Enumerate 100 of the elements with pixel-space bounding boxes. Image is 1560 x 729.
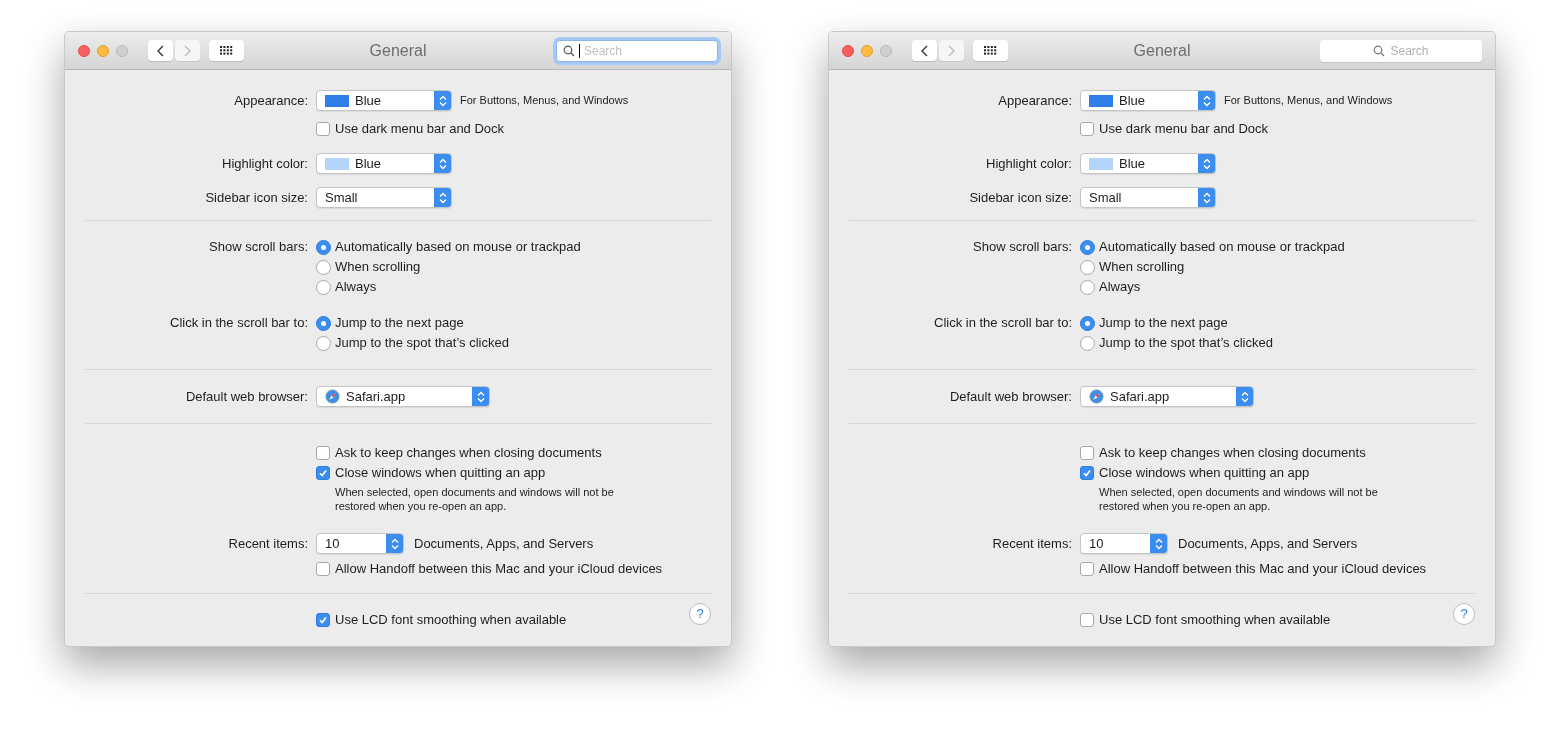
- chevron-right-icon: [184, 44, 191, 57]
- chevron-updown-icon: [390, 537, 399, 550]
- radio-button[interactable]: [316, 259, 331, 275]
- close-button[interactable]: [842, 44, 854, 57]
- checkbox[interactable]: [316, 562, 330, 576]
- setting-label: Recent items:: [228, 534, 308, 553]
- popup-button[interactable]: Small: [1080, 187, 1216, 208]
- window-title: General: [369, 40, 427, 61]
- radio-label[interactable]: When scrolling: [335, 257, 421, 277]
- checkmark-icon: [1082, 468, 1092, 478]
- checkbox-label[interactable]: Use LCD font smoothing when available: [335, 610, 567, 630]
- show-all-button[interactable]: [973, 40, 1008, 61]
- popup-button[interactable]: Blue: [316, 153, 452, 174]
- setting-label: Show scroll bars:: [209, 238, 308, 257]
- chevron-updown-icon: [438, 94, 447, 107]
- radio-label[interactable]: Jump to the next page: [335, 313, 464, 333]
- checkbox-label[interactable]: Close windows when quitting an app: [335, 463, 546, 483]
- checkbox[interactable]: [1080, 466, 1094, 480]
- popup-button[interactable]: Safari.app: [316, 386, 490, 407]
- grid-icon: [984, 46, 997, 55]
- chevron-right-icon: [948, 44, 955, 57]
- checkbox-label[interactable]: Use LCD font smoothing when available: [1099, 610, 1331, 630]
- popup-suffix: Documents, Apps, and Servers: [1178, 534, 1358, 553]
- radio-button[interactable]: [316, 335, 331, 351]
- checkbox-label[interactable]: Use dark menu bar and Dock: [335, 119, 505, 139]
- forward-button[interactable]: [175, 40, 200, 61]
- checkbox-label[interactable]: Close windows when quitting an app: [1099, 463, 1310, 483]
- chevron-updown-icon: [476, 390, 485, 403]
- radio-button[interactable]: [316, 315, 331, 331]
- checkbox-label[interactable]: Use dark menu bar and Dock: [1099, 119, 1269, 139]
- setting-label: Highlight color:: [222, 154, 308, 173]
- checkbox[interactable]: [1080, 122, 1094, 136]
- setting-label: Highlight color:: [986, 154, 1072, 173]
- help-button[interactable]: ?: [689, 603, 711, 625]
- radio-button[interactable]: [316, 239, 331, 255]
- radio-label[interactable]: Always: [1099, 277, 1141, 297]
- setting-label: Click in the scroll bar to:: [934, 314, 1072, 333]
- checkbox[interactable]: [316, 466, 330, 480]
- chevron-updown-icon: [1202, 157, 1211, 170]
- checkbox-label[interactable]: Allow Handoff between this Mac and your iCloud devices: [1099, 559, 1427, 579]
- checkbox-label[interactable]: Ask to keep changes when closing documents: [1099, 443, 1366, 463]
- checkbox[interactable]: [1080, 613, 1094, 627]
- popup-button[interactable]: Safari.app: [1080, 386, 1254, 407]
- radio-button[interactable]: [316, 279, 331, 295]
- help-note: When selected, open documents and windows will not be restored when you re-open an app.: [1099, 485, 1379, 513]
- close-button[interactable]: [78, 44, 90, 57]
- setting-label: Default web browser:: [185, 387, 308, 406]
- checkbox[interactable]: [1080, 562, 1094, 576]
- forward-button[interactable]: [939, 40, 964, 61]
- checkbox-label[interactable]: Allow Handoff between this Mac and your iCloud devices: [335, 559, 663, 579]
- radio-label[interactable]: When scrolling: [1099, 257, 1185, 277]
- radio-label[interactable]: Jump to the spot that’s clicked: [1099, 333, 1273, 353]
- help-button[interactable]: ?: [1453, 603, 1475, 625]
- popup-button[interactable]: Blue: [1080, 153, 1216, 174]
- checkmark-icon: [318, 615, 328, 625]
- checkbox[interactable]: [316, 613, 330, 627]
- radio-label[interactable]: Automatically based on mouse or trackpad: [335, 237, 581, 257]
- minimize-button[interactable]: [861, 44, 873, 57]
- chevron-updown-icon: [1154, 537, 1163, 550]
- compass-icon: [1089, 389, 1104, 404]
- radio-label[interactable]: Jump to the spot that’s clicked: [335, 333, 509, 353]
- radio-label[interactable]: Always: [335, 277, 377, 297]
- popup-button[interactable]: 10: [1080, 533, 1168, 554]
- chevron-updown-icon: [1202, 94, 1211, 107]
- chevron-left-icon: [921, 44, 928, 57]
- popup-button[interactable]: Blue: [316, 90, 452, 111]
- checkbox[interactable]: [1080, 446, 1094, 460]
- radio-button[interactable]: [1080, 315, 1095, 331]
- radio-label[interactable]: Automatically based on mouse or trackpad: [1099, 237, 1345, 257]
- checkbox-label[interactable]: Ask to keep changes when closing documents: [335, 443, 602, 463]
- popup-button[interactable]: 10: [316, 533, 404, 554]
- setting-label: Appearance:: [234, 91, 308, 110]
- setting-label: Recent items:: [992, 534, 1072, 553]
- chevron-updown-icon: [1240, 390, 1249, 403]
- radio-button[interactable]: [1080, 259, 1095, 275]
- popup-button[interactable]: Small: [316, 187, 452, 208]
- search-icon: [563, 44, 575, 57]
- search-placeholder: Search: [584, 42, 623, 60]
- back-button[interactable]: [912, 40, 937, 61]
- search-placeholder: Search: [1390, 42, 1429, 60]
- radio-button[interactable]: [1080, 335, 1095, 351]
- checkmark-icon: [318, 468, 328, 478]
- checkbox[interactable]: [316, 446, 330, 460]
- radio-button[interactable]: [1080, 239, 1095, 255]
- compass-icon: [325, 389, 340, 404]
- checkbox[interactable]: [316, 122, 330, 136]
- radio-button[interactable]: [1080, 279, 1095, 295]
- setting-label: Sidebar icon size:: [969, 188, 1072, 207]
- popup-button[interactable]: Blue: [1080, 90, 1216, 111]
- radio-label[interactable]: Jump to the next page: [1099, 313, 1228, 333]
- setting-label: Default web browser:: [949, 387, 1072, 406]
- setting-label: Sidebar icon size:: [205, 188, 308, 207]
- zoom-button[interactable]: [880, 44, 892, 57]
- back-button[interactable]: [148, 40, 173, 61]
- setting-label: Appearance:: [998, 91, 1072, 110]
- chevron-left-icon: [157, 44, 164, 57]
- zoom-button[interactable]: [116, 44, 128, 57]
- minimize-button[interactable]: [97, 44, 109, 57]
- setting-label: Click in the scroll bar to:: [170, 314, 308, 333]
- show-all-button[interactable]: [209, 40, 244, 61]
